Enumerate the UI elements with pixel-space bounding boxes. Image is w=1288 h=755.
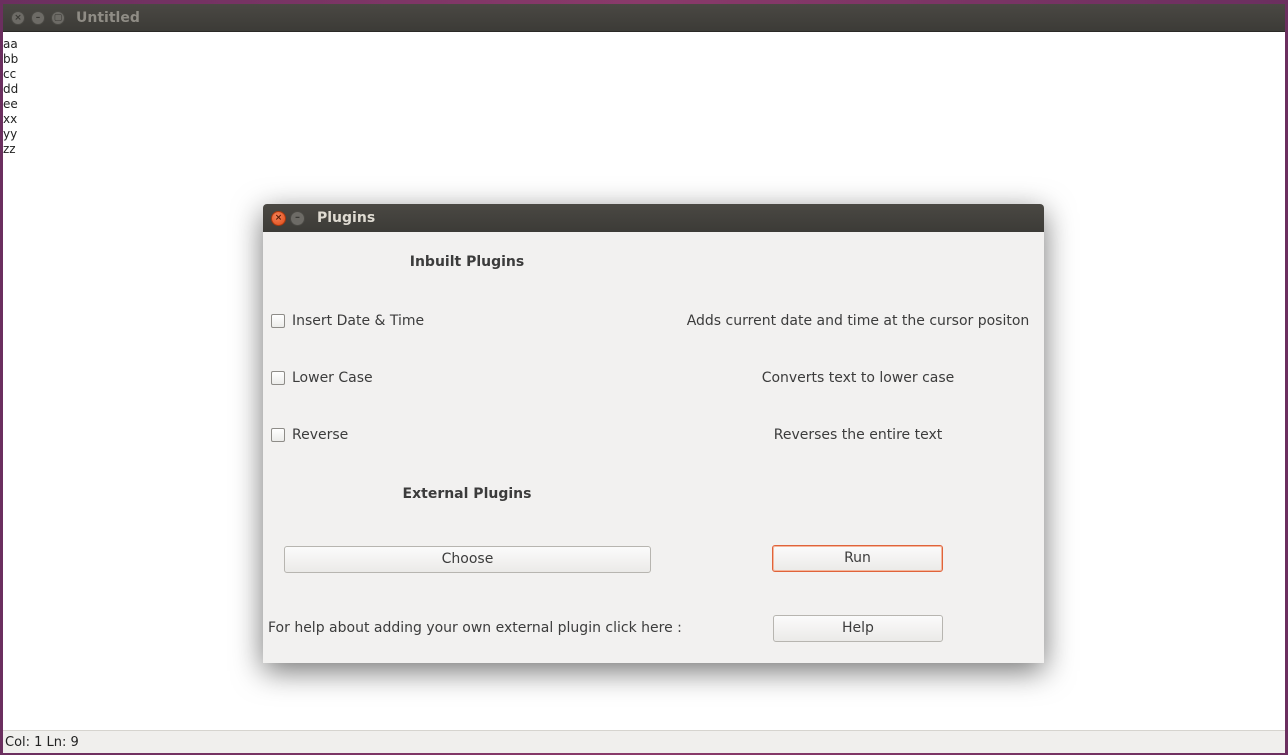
maximize-icon[interactable]: ▢ (51, 11, 65, 25)
plugin-description: Adds current date and time at the cursor… (686, 313, 1030, 329)
editor-line: bb (3, 52, 19, 66)
main-titlebar: × – ▢ Untitled (3, 4, 1285, 32)
plugin-description: Reverses the entire text (773, 427, 943, 443)
window-title: Untitled (76, 10, 140, 26)
help-text: For help about adding your own external … (268, 620, 682, 636)
plugin-insert-date-time[interactable]: Insert Date & Time (271, 311, 424, 331)
run-button[interactable]: Run (772, 545, 943, 572)
dialog-titlebar: × – Plugins (263, 204, 1044, 232)
plugin-label: Reverse (292, 427, 349, 443)
plugin-lower-case[interactable]: Lower Case (271, 368, 373, 388)
close-icon[interactable]: × (271, 211, 286, 226)
editor-line: xx (3, 112, 18, 126)
plugins-dialog: × – Plugins Inbuilt Plugins Insert Date … (263, 204, 1044, 663)
external-plugins-heading: External Plugins (402, 486, 532, 502)
insert-date-time-checkbox[interactable] (271, 314, 285, 328)
editor-line: ee (3, 97, 18, 111)
choose-button[interactable]: Choose (284, 546, 651, 573)
editor-line: zz (3, 142, 16, 156)
help-button[interactable]: Help (773, 615, 943, 642)
minimize-icon[interactable]: – (31, 11, 45, 25)
minimize-icon[interactable]: – (290, 211, 305, 226)
editor-line: dd (3, 82, 19, 96)
close-icon[interactable]: × (11, 11, 25, 25)
plugin-label: Insert Date & Time (292, 313, 425, 329)
lower-case-checkbox[interactable] (271, 371, 285, 385)
inbuilt-plugins-heading: Inbuilt Plugins (409, 254, 525, 270)
status-bar: Col: 1 Ln: 9 (3, 730, 1285, 753)
dialog-title: Plugins (317, 210, 376, 226)
editor-line: yy (3, 127, 18, 141)
cursor-position: Col: 1 Ln: 9 (5, 735, 79, 750)
plugin-reverse[interactable]: Reverse (271, 425, 348, 445)
editor-line: aa (3, 37, 18, 51)
editor-line: cc (3, 67, 17, 81)
reverse-checkbox[interactable] (271, 428, 285, 442)
plugin-label: Lower Case (292, 370, 373, 386)
plugin-description: Converts text to lower case (761, 370, 955, 386)
